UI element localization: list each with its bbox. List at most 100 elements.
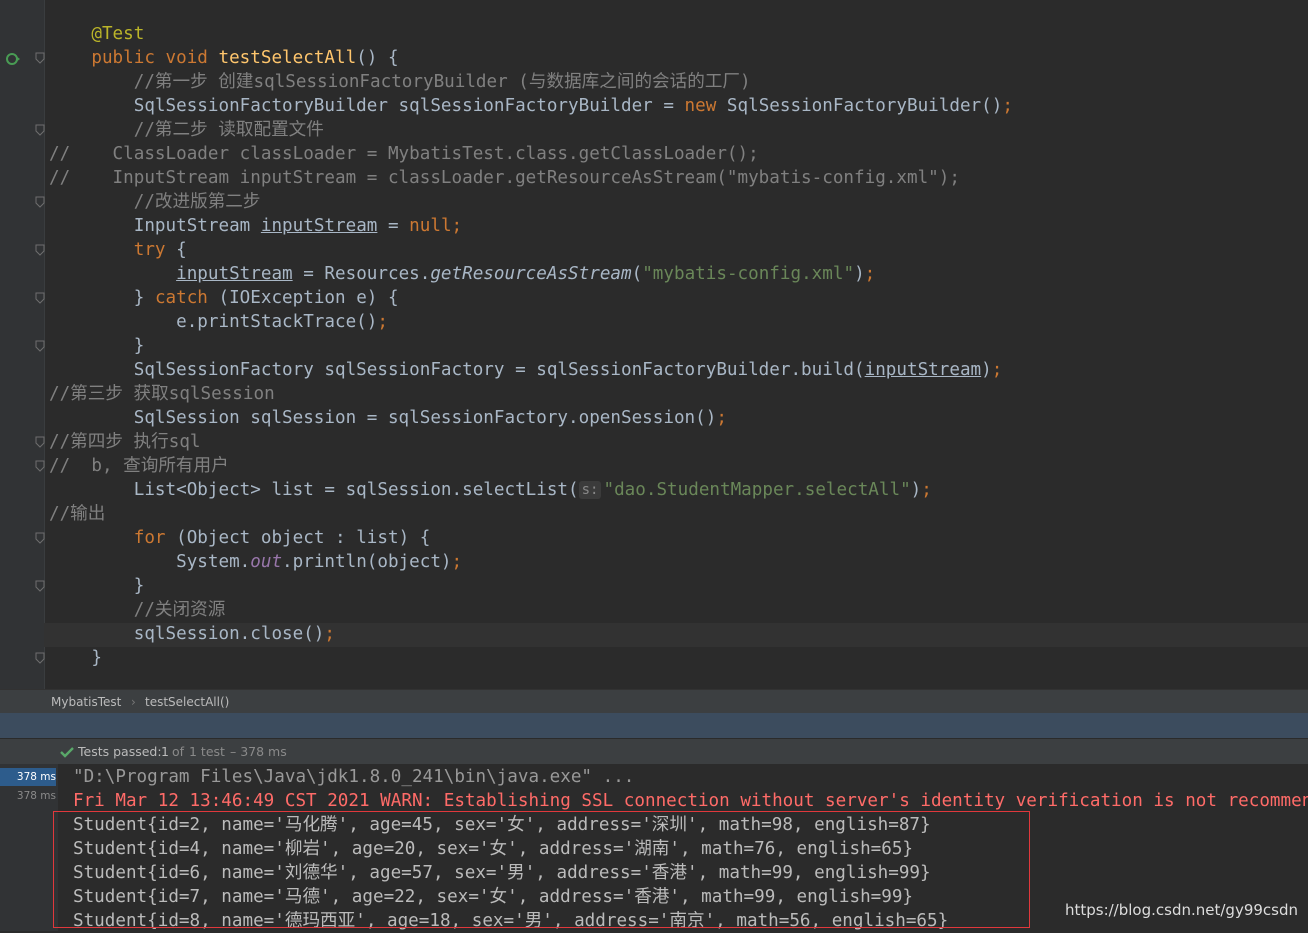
code-token: }: [49, 336, 145, 356]
code-token: ;: [921, 480, 932, 500]
code-token: catch: [154, 288, 219, 308]
fold-marker-icon[interactable]: [34, 580, 46, 592]
code-token: "mybatis-config.xml": [642, 264, 855, 284]
code-line[interactable]: for (Object object : list) {: [49, 526, 431, 550]
code-token: (IOException e) {: [218, 288, 399, 308]
code-token: "dao.StudentMapper.selectAll": [603, 480, 911, 500]
fold-marker-icon[interactable]: [34, 124, 46, 136]
code-token: inputStream: [176, 264, 293, 284]
code-token: {: [176, 240, 187, 260]
code-token: inputStream: [260, 216, 378, 236]
code-token: (: [631, 264, 643, 284]
code-token: (Object object : list) {: [176, 528, 431, 548]
code-line[interactable]: //输出: [49, 502, 105, 526]
code-token: }: [49, 576, 145, 596]
code-token: = Resources.: [292, 264, 431, 284]
code-line[interactable]: //第三步 获取sqlSession: [49, 382, 275, 406]
breadcrumb-method[interactable]: testSelectAll(): [145, 690, 229, 714]
console-warning-line: Fri Mar 12 13:46:49 CST 2021 WARN: Estab…: [73, 791, 1308, 811]
code-line[interactable]: //关闭资源: [49, 598, 226, 622]
code-token: SqlSessionFactory sqlSessionFactory = sq…: [49, 360, 865, 380]
code-token: new: [684, 96, 727, 116]
editor-gutter: [0, 0, 45, 689]
fold-marker-icon[interactable]: [34, 340, 46, 352]
code-line[interactable]: e.printStackTrace();: [49, 310, 388, 334]
code-line[interactable]: SqlSessionFactoryBuilder sqlSessionFacto…: [49, 94, 1013, 118]
fold-marker-icon[interactable]: [34, 460, 46, 472]
code-token: =: [377, 216, 410, 236]
code-line[interactable]: SqlSessionFactory sqlSessionFactory = sq…: [49, 358, 1003, 382]
fold-marker-icon[interactable]: [34, 436, 46, 448]
test-status-bar: Tests passed: 1 of 1 test – 378 ms: [0, 738, 1308, 765]
code-token: SqlSessionFactoryBuilder(): [726, 96, 1003, 116]
code-token: ): [854, 264, 865, 284]
code-editor[interactable]: @Test public void testSelectAll() { //第一…: [0, 0, 1308, 689]
fold-marker-icon[interactable]: [34, 652, 46, 664]
code-line[interactable]: }: [49, 574, 145, 598]
parameter-hint: s:: [578, 481, 602, 499]
code-line[interactable]: //改进版第二步: [49, 190, 261, 214]
panel-splitter[interactable]: [0, 713, 1308, 738]
tests-duration: – 378 ms: [230, 744, 287, 759]
code-line[interactable]: }: [49, 646, 102, 670]
code-line[interactable]: //第四步 执行sql: [49, 430, 201, 454]
code-token: inputStream: [864, 360, 982, 380]
code-line[interactable]: sqlSession.close();: [49, 622, 335, 646]
code-token: ): [981, 360, 992, 380]
code-line[interactable]: inputStream = Resources.getResourceAsStr…: [49, 262, 875, 286]
code-line[interactable]: public void testSelectAll() {: [49, 46, 399, 70]
code-token: ;: [324, 624, 335, 644]
code-token: // b, 查询所有用户: [49, 456, 229, 476]
test-timing[interactable]: 378 ms: [0, 787, 56, 805]
code-token: InputStream: [49, 216, 261, 236]
code-token: e.printStackTrace(): [49, 312, 378, 332]
tests-total: 1 test: [189, 744, 225, 759]
code-token: getResourceAsStream: [430, 264, 632, 284]
code-token: //第二步 读取配置文件: [133, 120, 324, 140]
code-line[interactable]: List<Object> list = sqlSession.selectLis…: [49, 478, 932, 502]
code-line[interactable]: }: [49, 334, 145, 358]
code-token: //第三步 获取sqlSession: [49, 384, 275, 404]
code-line[interactable]: // InputStream inputStream = classLoader…: [49, 166, 960, 190]
code-token: //第四步 执行sql: [49, 432, 201, 452]
code-line[interactable]: //第一步 创建sqlSessionFactoryBuilder (与数据库之间…: [49, 70, 751, 94]
breadcrumb: MybatisTest › testSelectAll(): [0, 689, 1308, 714]
code-token: out: [250, 552, 283, 572]
code-line[interactable]: // b, 查询所有用户: [49, 454, 229, 478]
breadcrumb-class[interactable]: MybatisTest: [51, 690, 121, 714]
code-token: try: [133, 240, 177, 260]
check-icon: [60, 747, 74, 758]
code-line[interactable]: InputStream inputStream = null;: [49, 214, 462, 238]
code-line[interactable]: //第二步 读取配置文件: [49, 118, 324, 142]
code-token: }: [49, 288, 155, 308]
code-token: // ClassLoader classLoader = MybatisTest…: [49, 144, 759, 164]
code-token: //第一步 创建sqlSessionFactoryBuilder (与数据库之间…: [133, 72, 751, 92]
code-token: ;: [864, 264, 876, 284]
code-token: //改进版第二步: [133, 192, 261, 212]
code-line[interactable]: // ClassLoader classLoader = MybatisTest…: [49, 142, 759, 166]
test-timing-selected[interactable]: 378 ms: [0, 768, 56, 786]
code-line[interactable]: SqlSession sqlSession = sqlSessionFactor…: [49, 406, 727, 430]
code-token: ): [910, 480, 922, 500]
code-token: ;: [991, 360, 1003, 380]
fold-marker-icon[interactable]: [34, 292, 46, 304]
run-test-icon[interactable]: [4, 50, 22, 68]
code-token: () {: [356, 48, 399, 68]
code-line[interactable]: @Test: [49, 22, 144, 46]
console-command-line: "D:\Program Files\Java\jdk1.8.0_241\bin\…: [73, 767, 635, 787]
code-token: System.: [49, 552, 251, 572]
code-line[interactable]: try {: [49, 238, 187, 262]
fold-marker-icon[interactable]: [34, 196, 46, 208]
fold-marker-icon[interactable]: [34, 244, 46, 256]
code-token: ;: [377, 312, 388, 332]
fold-marker-icon[interactable]: [34, 52, 46, 64]
code-line[interactable]: } catch (IOException e) {: [49, 286, 399, 310]
fold-marker-icon[interactable]: [34, 532, 46, 544]
code-line[interactable]: System.out.println(object);: [49, 550, 462, 574]
